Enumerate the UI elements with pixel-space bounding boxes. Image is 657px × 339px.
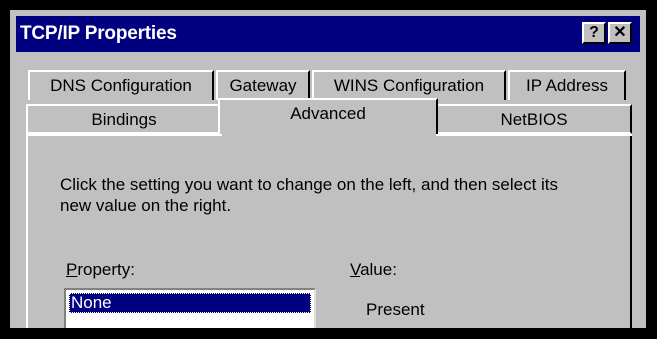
tab-netbios[interactable]: NetBIOS — [436, 104, 632, 134]
property-label-text: roperty: — [77, 260, 135, 279]
panel-top-edge — [436, 134, 632, 136]
tcpip-properties-dialog: TCP/IP Properties ? ✕ DNS Configuration … — [10, 10, 646, 328]
tab-label: Advanced — [290, 104, 366, 123]
tab-bindings[interactable]: Bindings — [26, 104, 222, 134]
property-listbox[interactable]: None — [64, 288, 316, 328]
panel-top-edge — [26, 134, 222, 136]
window-title: TCP/IP Properties — [20, 23, 177, 44]
property-label-accelerator: P — [66, 260, 78, 279]
tab-label: Bindings — [91, 110, 157, 129]
tab-label: Gateway — [229, 76, 297, 95]
close-icon: ✕ — [613, 24, 627, 41]
instructions-text: Click the setting you want to change on … — [60, 175, 559, 215]
tab-advanced[interactable]: Advanced — [218, 98, 438, 134]
close-button[interactable]: ✕ — [608, 22, 632, 44]
tab-label: NetBIOS — [500, 110, 568, 129]
tab-label: DNS Configuration — [50, 76, 192, 95]
tab-label: WINS Configuration — [333, 76, 485, 95]
tab-label: IP Address — [526, 76, 608, 95]
value-current[interactable]: Present — [366, 300, 425, 320]
title-bar[interactable]: TCP/IP Properties ? ✕ — [16, 16, 640, 52]
tab-dns-configuration[interactable]: DNS Configuration — [28, 70, 214, 100]
tab-gateway[interactable]: Gateway — [216, 70, 310, 100]
value-label-accelerator: V — [350, 260, 361, 279]
property-label: Property: — [66, 260, 135, 280]
help-icon: ? — [589, 24, 599, 41]
list-item[interactable]: None — [69, 293, 311, 313]
value-label-text: alue: — [360, 260, 397, 279]
value-label: Value: — [350, 260, 397, 280]
tab-wins-configuration[interactable]: WINS Configuration — [312, 70, 506, 100]
tab-ip-address[interactable]: IP Address — [508, 70, 626, 100]
help-button[interactable]: ? — [582, 22, 606, 44]
